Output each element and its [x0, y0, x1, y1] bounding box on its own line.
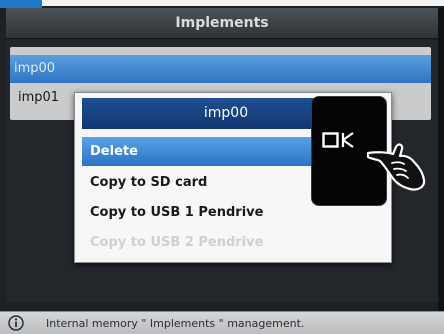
- list-item-selected[interactable]: imp00: [10, 55, 431, 83]
- tab-accent: [0, 0, 42, 8]
- ok-key-label: OK: [322, 131, 362, 156]
- page-title: Implements: [6, 8, 438, 39]
- device-screen: Implements imp00 imp01 imp00 Delete Copy…: [0, 0, 444, 334]
- status-text: Internal memory " Implements " managemen…: [46, 317, 305, 330]
- menu-item-copy-usb2: Copy to USB 2 Pendrive: [90, 235, 264, 250]
- status-bar: Internal memory " Implements " managemen…: [0, 311, 444, 334]
- screen-edge: [438, 8, 444, 311]
- top-strip: [42, 0, 444, 6]
- pointing-hand-icon: [366, 143, 426, 191]
- info-icon: [8, 315, 24, 331]
- ok-key-glyph: [322, 132, 354, 148]
